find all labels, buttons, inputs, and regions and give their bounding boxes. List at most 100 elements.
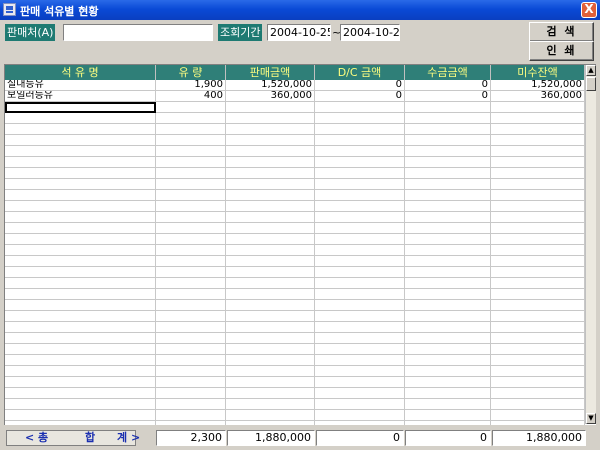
empty-cell[interactable] [5, 355, 156, 366]
empty-cell[interactable] [491, 289, 585, 300]
empty-cell[interactable] [156, 355, 226, 366]
empty-cell[interactable] [315, 388, 405, 399]
empty-cell[interactable] [5, 146, 156, 157]
empty-cell[interactable] [491, 388, 585, 399]
empty-cell[interactable] [491, 410, 585, 421]
empty-cell[interactable] [226, 124, 315, 135]
sales-amount-cell[interactable]: 360,000 [226, 91, 315, 102]
empty-cell[interactable] [156, 168, 226, 179]
empty-cell[interactable] [226, 168, 315, 179]
empty-cell[interactable] [315, 102, 405, 113]
table-row[interactable] [5, 223, 585, 234]
table-row[interactable] [5, 366, 585, 377]
empty-cell[interactable] [226, 146, 315, 157]
empty-cell[interactable] [156, 278, 226, 289]
empty-cell[interactable] [491, 179, 585, 190]
empty-cell[interactable] [226, 245, 315, 256]
empty-cell[interactable] [491, 267, 585, 278]
empty-cell[interactable] [405, 234, 491, 245]
empty-cell[interactable] [315, 300, 405, 311]
search-button[interactable]: 검 색 [529, 22, 594, 42]
empty-cell[interactable] [405, 201, 491, 212]
empty-cell[interactable] [156, 223, 226, 234]
empty-cell[interactable] [226, 234, 315, 245]
empty-cell[interactable] [491, 223, 585, 234]
empty-cell[interactable] [315, 399, 405, 410]
empty-cell[interactable] [5, 168, 156, 179]
table-row[interactable] [5, 377, 585, 388]
column-header-unpaid-balance[interactable]: 미수잔액 [491, 65, 585, 80]
empty-cell[interactable] [405, 212, 491, 223]
empty-cell[interactable] [405, 421, 491, 425]
empty-cell[interactable] [156, 322, 226, 333]
empty-cell[interactable] [315, 267, 405, 278]
empty-cell[interactable] [156, 333, 226, 344]
date-from-input[interactable]: 2004-10-25 [267, 24, 331, 41]
empty-cell[interactable] [491, 146, 585, 157]
scroll-thumb[interactable] [586, 77, 596, 91]
empty-cell[interactable] [315, 245, 405, 256]
table-row[interactable] [5, 201, 585, 212]
empty-cell[interactable] [226, 223, 315, 234]
table-row[interactable] [5, 256, 585, 267]
dc-amount-cell[interactable]: 0 [315, 80, 405, 91]
empty-cell[interactable] [5, 388, 156, 399]
empty-cell[interactable] [156, 146, 226, 157]
empty-cell[interactable] [405, 366, 491, 377]
table-row[interactable] [5, 410, 585, 421]
empty-cell[interactable] [405, 278, 491, 289]
empty-cell[interactable] [5, 157, 156, 168]
empty-cell[interactable] [405, 399, 491, 410]
unpaid-balance-cell[interactable]: 1,520,000 [491, 80, 585, 91]
empty-cell[interactable] [491, 300, 585, 311]
empty-cell[interactable] [315, 256, 405, 267]
empty-cell[interactable] [5, 399, 156, 410]
empty-cell[interactable] [5, 410, 156, 421]
empty-cell[interactable] [491, 212, 585, 223]
empty-cell[interactable] [491, 234, 585, 245]
empty-cell[interactable] [315, 135, 405, 146]
empty-cell[interactable] [226, 355, 315, 366]
empty-cell[interactable] [226, 190, 315, 201]
empty-cell[interactable] [156, 201, 226, 212]
empty-cell[interactable] [405, 190, 491, 201]
empty-cell[interactable] [405, 245, 491, 256]
oil-name-cell[interactable]: 보일러등유 [5, 91, 156, 102]
empty-cell[interactable] [5, 322, 156, 333]
empty-cell[interactable] [315, 421, 405, 425]
empty-cell[interactable] [315, 278, 405, 289]
empty-cell[interactable] [491, 113, 585, 124]
empty-cell[interactable] [5, 267, 156, 278]
empty-cell[interactable] [226, 311, 315, 322]
empty-cell[interactable] [226, 278, 315, 289]
table-row[interactable] [5, 179, 585, 190]
empty-cell[interactable] [156, 289, 226, 300]
empty-cell[interactable] [226, 289, 315, 300]
empty-cell[interactable] [491, 124, 585, 135]
empty-cell[interactable] [226, 322, 315, 333]
print-button[interactable]: 인 쇄 [529, 41, 594, 61]
empty-cell[interactable] [491, 377, 585, 388]
empty-cell[interactable] [5, 245, 156, 256]
empty-cell[interactable] [156, 344, 226, 355]
empty-cell[interactable] [315, 366, 405, 377]
empty-cell[interactable] [315, 223, 405, 234]
empty-cell[interactable] [315, 113, 405, 124]
table-row[interactable] [5, 102, 585, 113]
empty-cell[interactable] [405, 322, 491, 333]
table-row[interactable] [5, 399, 585, 410]
table-row[interactable] [5, 355, 585, 366]
empty-cell[interactable] [5, 377, 156, 388]
empty-cell[interactable] [315, 201, 405, 212]
empty-cell[interactable] [405, 300, 491, 311]
table-row[interactable] [5, 300, 585, 311]
empty-cell[interactable] [226, 256, 315, 267]
arrow-down-icon[interactable]: ▼ [586, 413, 596, 424]
column-header-dc-amount[interactable]: D/C 금액 [315, 65, 405, 80]
column-header-oil-name[interactable]: 석 유 명 [5, 65, 156, 80]
empty-cell[interactable] [5, 135, 156, 146]
empty-cell[interactable] [5, 344, 156, 355]
empty-cell[interactable] [315, 190, 405, 201]
empty-cell[interactable] [156, 190, 226, 201]
empty-cell[interactable] [491, 190, 585, 201]
